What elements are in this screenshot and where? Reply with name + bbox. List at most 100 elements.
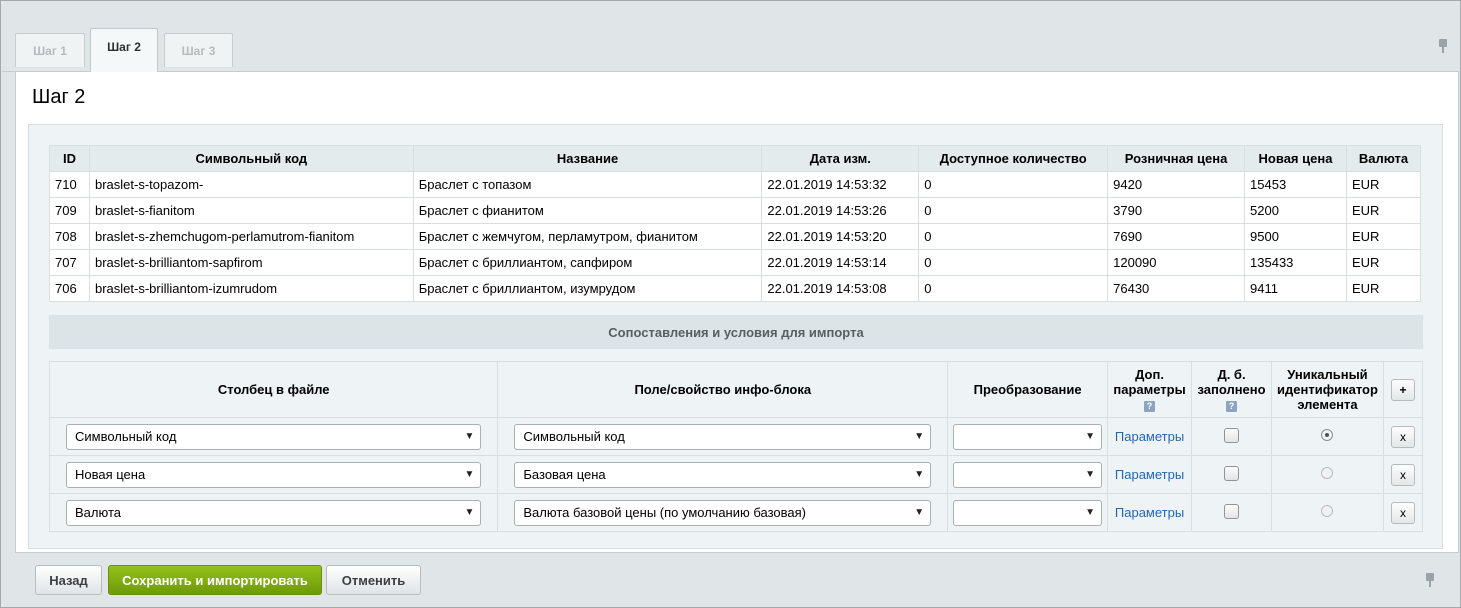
tab-step-1[interactable]: Шаг 1 — [15, 33, 85, 67]
cell-currency: EUR — [1345, 197, 1422, 224]
back-button[interactable]: Назад — [35, 565, 102, 595]
column-header-date: Дата изм. — [761, 145, 920, 172]
dropdown-arrow-icon: ▼ — [914, 506, 925, 518]
cell-quantity: 0 — [918, 275, 1109, 302]
remove-row-button[interactable]: x — [1390, 425, 1415, 448]
tab-step-3[interactable]: Шаг 3 — [164, 33, 233, 67]
cell-name: Браслет с фианитом — [412, 197, 763, 224]
column-header-unique-id: Уникальный идентификатор элемента — [1271, 361, 1384, 418]
iblock-field-select[interactable]: Базовая цена ▼ — [514, 461, 932, 488]
column-header-actions: + — [1382, 361, 1424, 418]
required-checkbox[interactable] — [1224, 427, 1240, 443]
extra-params-label-2: параметры — [1113, 382, 1186, 397]
cell-id: 706 — [49, 275, 90, 302]
preview-table: ID Символьный код Название Дата изм. Дос… — [49, 145, 1422, 302]
column-header-file-column: Столбец в файле — [48, 361, 499, 418]
cell-quantity: 0 — [918, 223, 1109, 250]
file-column-select[interactable]: Валюта ▼ — [66, 499, 482, 526]
required-checkbox[interactable] — [1224, 465, 1240, 481]
cell-new-price: 9500 — [1244, 223, 1347, 250]
unique-radio[interactable] — [1321, 505, 1334, 517]
cell-date: 22.01.2019 14:53:32 — [761, 171, 920, 198]
file-column-cell: Символьный код ▼ — [48, 417, 499, 456]
iblock-field-value: Базовая цена — [523, 466, 606, 482]
extra-params-label-1: Доп. — [1135, 367, 1164, 382]
unique-label-1: Уникальный — [1287, 367, 1368, 382]
column-header-name: Название — [412, 145, 763, 172]
help-icon[interactable]: ? — [1226, 401, 1238, 412]
cell-retail-price: 3790 — [1107, 197, 1246, 224]
cancel-button[interactable]: Отменить — [326, 565, 421, 595]
dropdown-arrow-icon: ▼ — [1085, 468, 1096, 480]
transform-select[interactable]: ▼ — [953, 423, 1103, 450]
cell-name: Браслет с жемчугом, перламутром, фианито… — [412, 223, 763, 250]
dropdown-arrow-icon: ▼ — [464, 468, 475, 480]
cell-new-price: 9411 — [1244, 275, 1347, 302]
mapping-row: Символьный код ▼ Символьный код ▼ ▼ Параме… — [48, 417, 1424, 456]
footer-toolbar: Назад Сохранить и импортировать Отменить — [2, 553, 1459, 607]
add-row-button[interactable]: + — [1390, 378, 1415, 401]
cell-name: Браслет с бриллиантом, сапфиром — [412, 249, 763, 276]
remove-row-button[interactable]: x — [1390, 501, 1415, 524]
cell-code: braslet-s-brilliantom-izumrudom — [88, 275, 414, 302]
unique-radio[interactable] — [1321, 429, 1334, 441]
cell-date: 22.01.2019 14:53:26 — [761, 197, 920, 224]
iblock-field-select[interactable]: Валюта базовой цены (по умолчанию базова… — [514, 499, 932, 526]
dropdown-arrow-icon: ▼ — [1085, 430, 1096, 442]
column-header-extra-params: Доп. параметры ? — [1107, 361, 1193, 418]
cell-retail-price: 120090 — [1107, 249, 1246, 276]
required-cell — [1191, 493, 1272, 532]
pin-icon[interactable] — [1438, 39, 1448, 53]
save-and-import-button[interactable]: Сохранить и импортировать — [108, 565, 322, 595]
required-cell — [1191, 417, 1272, 456]
cell-retail-price: 7690 — [1107, 223, 1246, 250]
cell-retail-price: 9420 — [1107, 171, 1246, 198]
required-checkbox[interactable] — [1224, 503, 1240, 519]
remove-row-button[interactable]: x — [1390, 463, 1415, 486]
pin-icon[interactable] — [1425, 573, 1435, 587]
file-column-select[interactable]: Символьный код ▼ — [66, 423, 482, 450]
preview-header-row: ID Символьный код Название Дата изм. Дос… — [49, 145, 1422, 172]
file-column-value: Символьный код — [75, 428, 177, 444]
iblock-field-select[interactable]: Символьный код ▼ — [514, 423, 932, 450]
dropdown-arrow-icon: ▼ — [464, 506, 475, 518]
cell-id: 710 — [49, 171, 90, 198]
cell-quantity: 0 — [918, 249, 1109, 276]
file-column-select[interactable]: Новая цена ▼ — [66, 461, 482, 488]
tab-step-2[interactable]: Шаг 2 — [90, 28, 158, 74]
column-header-transform: Преобразование — [947, 361, 1109, 418]
cell-new-price: 135433 — [1244, 249, 1347, 276]
required-cell — [1191, 455, 1272, 494]
cell-retail-price: 76430 — [1107, 275, 1246, 302]
table-row: 710 braslet-s-topazom- Браслет с топазом… — [49, 171, 1422, 198]
column-header-iblock-field: Поле/свойство инфо-блока — [497, 361, 949, 418]
file-column-cell: Новая цена ▼ — [48, 455, 499, 494]
unique-label-2: идентификатор — [1277, 382, 1378, 397]
file-column-value: Новая цена — [75, 466, 146, 482]
params-link[interactable]: Параметры — [1115, 467, 1184, 482]
window-frame: Шаг 1 Шаг 2 Шаг 3 Шаг 2 ID Символьный ко… — [0, 0, 1461, 608]
table-row: 707 braslet-s-brilliantom-sapfirom Брасл… — [49, 249, 1422, 276]
cell-date: 22.01.2019 14:53:14 — [761, 249, 920, 276]
unique-cell — [1271, 455, 1384, 494]
cell-date: 22.01.2019 14:53:08 — [761, 275, 920, 302]
column-header-required: Д. б. заполнено ? — [1191, 361, 1272, 418]
params-link[interactable]: Параметры — [1115, 505, 1184, 520]
extra-params-cell: Параметры — [1107, 417, 1193, 456]
mapping-table: Столбец в файле Поле/свойство инфо-блока… — [48, 361, 1424, 532]
cell-currency: EUR — [1345, 171, 1422, 198]
tab-bar: Шаг 1 Шаг 2 Шаг 3 — [2, 2, 1459, 74]
dropdown-arrow-icon: ▼ — [914, 468, 925, 480]
iblock-field-cell: Символьный код ▼ — [497, 417, 949, 456]
transform-select[interactable]: ▼ — [953, 499, 1103, 526]
unique-radio[interactable] — [1321, 467, 1334, 479]
mapping-header-row: Столбец в файле Поле/свойство инфо-блока… — [48, 361, 1424, 418]
cell-code: braslet-s-brilliantom-sapfirom — [88, 249, 414, 276]
transform-cell: ▼ — [947, 417, 1109, 456]
help-icon[interactable]: ? — [1144, 401, 1156, 412]
cell-name: Браслет с топазом — [412, 171, 763, 198]
mapping-row: Новая цена ▼ Базовая цена ▼ ▼ Параметры x — [48, 455, 1424, 494]
cell-new-price: 5200 — [1244, 197, 1347, 224]
transform-select[interactable]: ▼ — [953, 461, 1103, 488]
params-link[interactable]: Параметры — [1115, 429, 1184, 444]
